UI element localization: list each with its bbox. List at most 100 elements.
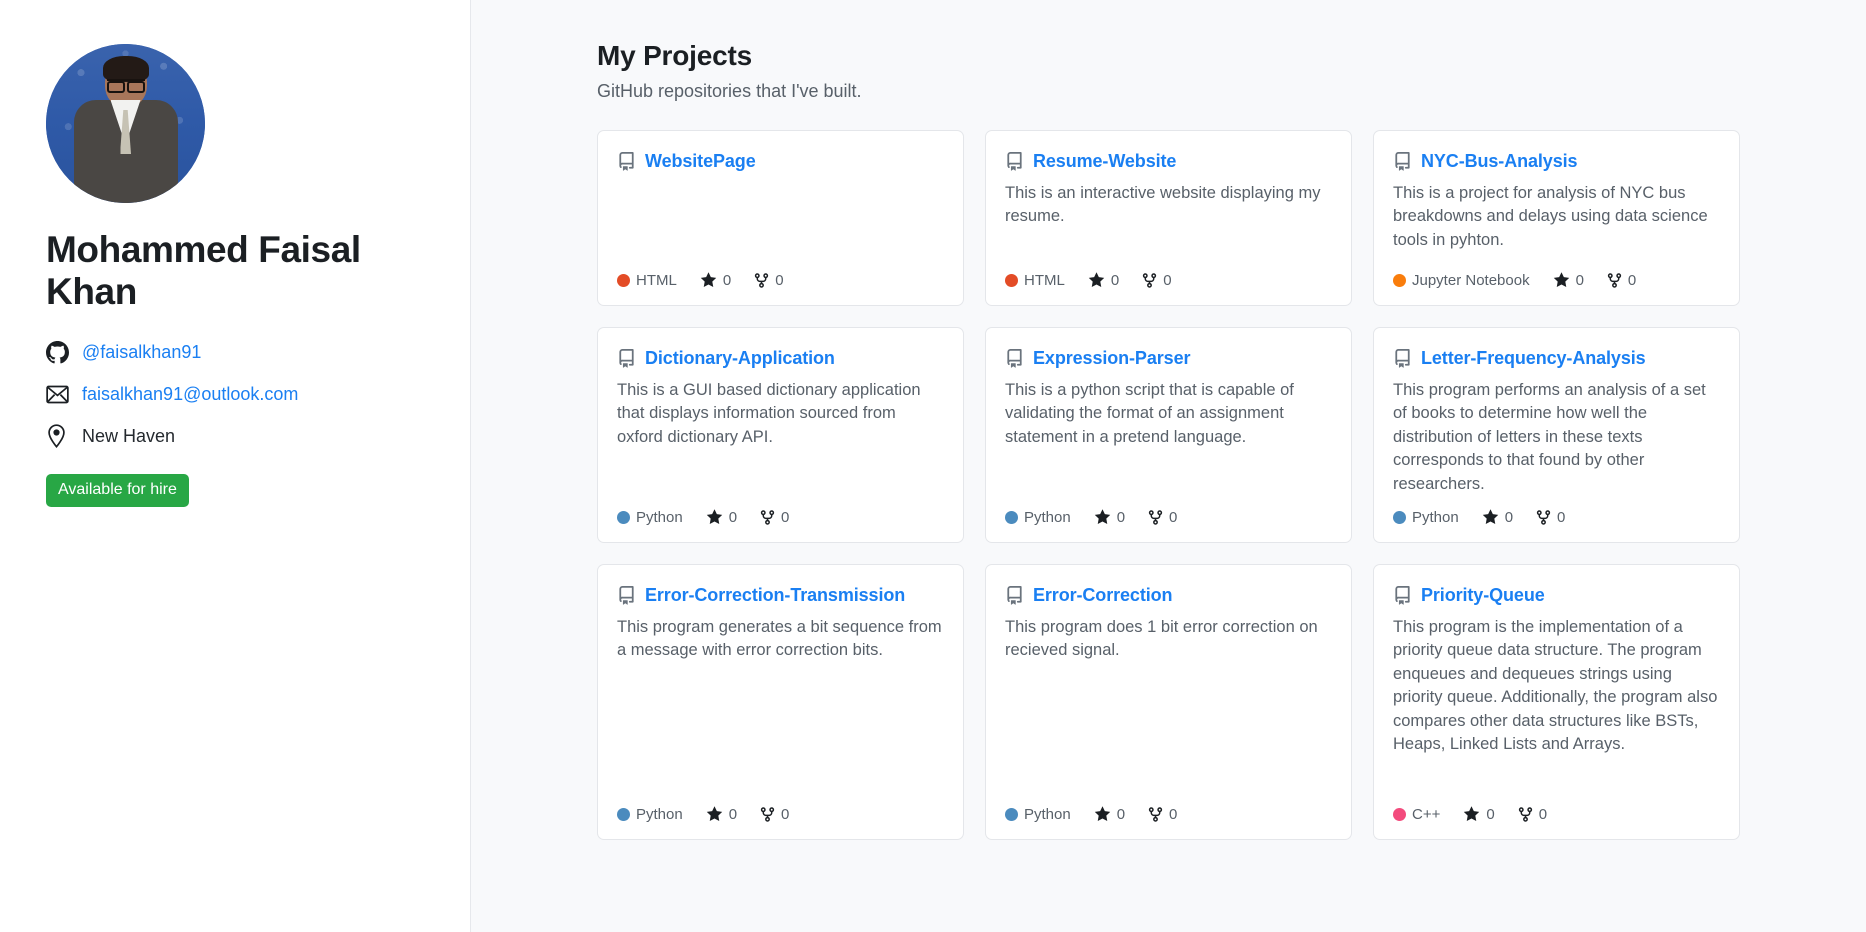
- repo-stars: 0: [1553, 272, 1584, 289]
- github-handle-link[interactable]: @faisalkhan91: [82, 342, 201, 363]
- location-pin-icon: [46, 424, 72, 449]
- fork-icon: [754, 272, 769, 289]
- repo-forks: 0: [1518, 806, 1547, 823]
- language-color-dot: [617, 808, 630, 821]
- repo-icon: [1393, 349, 1412, 368]
- fork-icon: [1142, 272, 1157, 289]
- language-color-dot: [617, 274, 630, 287]
- repo-name-link[interactable]: Dictionary-Application: [645, 348, 835, 369]
- repo-forks: 0: [1148, 806, 1177, 823]
- star-icon: [700, 272, 717, 289]
- repo-name-link[interactable]: Error-Correction-Transmission: [645, 585, 905, 606]
- language-label: Python: [636, 806, 683, 823]
- portfolio-page: Mohammed Faisal Khan @faisalkhan91 faisa…: [0, 0, 1866, 932]
- avatar-glasses: [106, 79, 145, 93]
- fork-count: 0: [1163, 272, 1172, 289]
- repo-language: Python: [1005, 509, 1071, 526]
- card-header: Expression-Parser: [1005, 348, 1332, 369]
- email-row[interactable]: faisalkhan91@outlook.com: [46, 377, 470, 411]
- repo-name-link[interactable]: Resume-Website: [1033, 151, 1176, 172]
- star-icon: [706, 806, 723, 823]
- repo-stars: 0: [706, 509, 737, 526]
- fork-icon: [1607, 272, 1622, 289]
- project-card[interactable]: Error-Correction This program does 1 bit …: [985, 564, 1352, 840]
- repo-meta: HTML 0 0: [1005, 260, 1332, 289]
- language-label: HTML: [1024, 272, 1065, 289]
- repo-stars: 0: [700, 272, 731, 289]
- repo-language: Python: [617, 509, 683, 526]
- repo-description: This program does 1 bit error correction…: [1005, 618, 1318, 660]
- language-label: C++: [1412, 806, 1441, 823]
- repo-description: This is an interactive website displayin…: [1005, 184, 1321, 226]
- language-color-dot: [617, 511, 630, 524]
- repo-name-link[interactable]: Priority-Queue: [1421, 585, 1545, 606]
- fork-count: 0: [781, 509, 790, 526]
- repo-icon: [617, 586, 636, 605]
- fork-count: 0: [781, 806, 790, 823]
- language-color-dot: [1393, 511, 1406, 524]
- language-color-dot: [1005, 808, 1018, 821]
- star-icon: [1088, 272, 1105, 289]
- language-label: Python: [636, 509, 683, 526]
- fork-count: 0: [1169, 806, 1178, 823]
- fork-icon: [1148, 806, 1163, 823]
- project-card[interactable]: Resume-Website This is an interactive web…: [985, 130, 1352, 306]
- envelope-icon: [46, 385, 72, 404]
- fork-icon: [760, 806, 775, 823]
- project-card[interactable]: Expression-Parser This is a python script…: [985, 327, 1352, 543]
- repo-stars: 0: [706, 806, 737, 823]
- repo-icon: [1393, 586, 1412, 605]
- repo-meta: Jupyter Notebook 0 0: [1393, 260, 1720, 289]
- fork-icon: [1148, 509, 1163, 526]
- repo-stars: 0: [1463, 806, 1495, 823]
- language-color-dot: [1393, 808, 1406, 821]
- repo-meta: HTML 0 0: [617, 260, 944, 289]
- repo-name-link[interactable]: Expression-Parser: [1033, 348, 1190, 369]
- card-header: Dictionary-Application: [617, 348, 944, 369]
- project-card[interactable]: Error-Correction-Transmission This progra…: [597, 564, 964, 840]
- repo-name-link[interactable]: Error-Correction: [1033, 585, 1173, 606]
- project-card[interactable]: WebsitePage HTML 0 0: [597, 130, 964, 306]
- profile-sidebar: Mohammed Faisal Khan @faisalkhan91 faisa…: [0, 0, 471, 932]
- repo-forks: 0: [1536, 509, 1565, 526]
- project-card[interactable]: Letter-Frequency-Analysis This program pe…: [1373, 327, 1740, 543]
- project-card[interactable]: Dictionary-Application This is a GUI base…: [597, 327, 964, 543]
- fork-count: 0: [1169, 509, 1178, 526]
- repo-language: C++: [1393, 806, 1440, 823]
- repo-description: This is a python script that is capable …: [1005, 381, 1294, 446]
- repo-meta: Python 0 0: [1393, 497, 1720, 526]
- location-row: New Haven: [46, 419, 470, 453]
- repo-forks: 0: [1148, 509, 1177, 526]
- github-row[interactable]: @faisalkhan91: [46, 335, 470, 369]
- repo-name-link[interactable]: Letter-Frequency-Analysis: [1421, 348, 1646, 369]
- repo-forks: 0: [760, 509, 789, 526]
- language-label: Python: [1024, 806, 1071, 823]
- project-card[interactable]: NYC-Bus-Analysis This is a project for an…: [1373, 130, 1740, 306]
- card-header: Priority-Queue: [1393, 585, 1720, 606]
- star-icon: [1094, 806, 1111, 823]
- card-header: Letter-Frequency-Analysis: [1393, 348, 1720, 369]
- repo-icon: [1005, 152, 1024, 171]
- repo-meta: Python 0 0: [1005, 794, 1332, 823]
- language-label: Jupyter Notebook: [1412, 272, 1530, 289]
- star-count: 0: [1116, 509, 1126, 526]
- project-card[interactable]: Priority-Queue This program is the implem…: [1373, 564, 1740, 840]
- repo-language: HTML: [617, 272, 677, 289]
- contact-list: @faisalkhan91 faisalkhan91@outlook.com N…: [46, 335, 470, 453]
- repo-name-link[interactable]: WebsitePage: [645, 151, 756, 172]
- repo-name-link[interactable]: NYC-Bus-Analysis: [1421, 151, 1578, 172]
- repo-forks: 0: [754, 272, 784, 289]
- repo-meta: Python 0 0: [1005, 497, 1332, 526]
- available-for-hire-badge[interactable]: Available for hire: [46, 474, 189, 508]
- language-label: Python: [1024, 509, 1071, 526]
- card-header: NYC-Bus-Analysis: [1393, 151, 1720, 172]
- email-link[interactable]: faisalkhan91@outlook.com: [82, 384, 298, 405]
- star-icon: [706, 509, 723, 526]
- github-icon: [46, 340, 72, 364]
- repo-stars: 0: [1088, 272, 1119, 289]
- fork-count: 0: [1557, 509, 1566, 526]
- repo-icon: [1005, 586, 1024, 605]
- repo-forks: 0: [760, 806, 789, 823]
- fork-icon: [760, 509, 775, 526]
- repo-language: Jupyter Notebook: [1393, 272, 1530, 289]
